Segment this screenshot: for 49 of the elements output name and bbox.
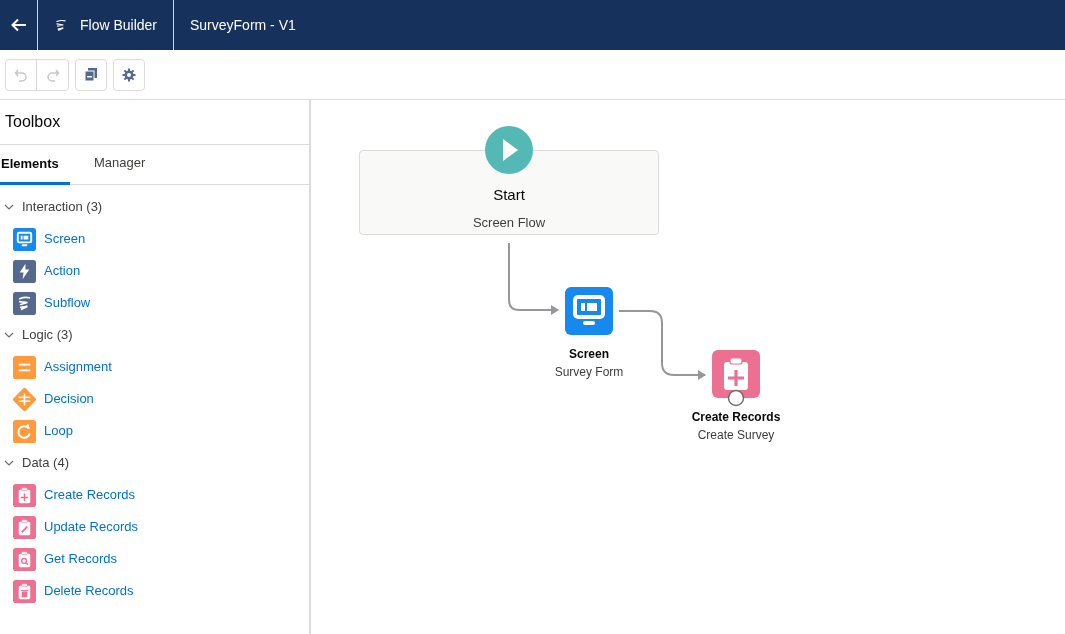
clipboard-plus-icon <box>712 350 760 398</box>
copy-icon <box>84 67 98 82</box>
equals-icon <box>13 355 36 379</box>
clipboard-search-icon <box>13 547 36 571</box>
element-link[interactable]: Get Records <box>44 549 117 569</box>
start-title: Start <box>493 185 525 205</box>
copy-button[interactable] <box>75 58 107 91</box>
monitor-icon <box>565 287 613 335</box>
node-label: Survey Form <box>554 364 624 381</box>
chevron-icon <box>4 202 14 212</box>
monitor-icon <box>13 227 36 251</box>
element-link[interactable]: Assignment <box>44 357 112 377</box>
node-type-label: Create Records <box>691 409 781 426</box>
settings-button[interactable] <box>113 58 145 91</box>
clipboard-trash-icon <box>13 579 36 603</box>
redo-icon <box>45 67 60 82</box>
flow-icon <box>13 291 36 315</box>
start-node[interactable]: Start Screen Flow <box>359 150 659 235</box>
settings-icon <box>122 67 136 82</box>
toolbox-tab[interactable]: Manager <box>82 145 158 184</box>
element-link[interactable]: Create Records <box>44 485 136 505</box>
clipboard-pencil-icon <box>13 515 36 539</box>
loop-icon <box>13 419 36 443</box>
section-header[interactable]: Data (4) <box>0 447 309 479</box>
toolbox-tab[interactable]: Elements <box>0 145 70 185</box>
clipboard-plus-icon <box>13 483 36 507</box>
chevron-icon <box>4 330 14 340</box>
app-name: Flow Builder <box>79 15 157 35</box>
element-link[interactable]: Action <box>44 261 81 281</box>
element-link[interactable]: Subflow <box>44 293 91 313</box>
undo-icon <box>14 67 28 82</box>
start-subtitle: Screen Flow <box>472 213 546 232</box>
play-icon <box>485 126 533 174</box>
toolbox-title: Toolbox <box>5 112 61 132</box>
element-link[interactable]: Update Records <box>44 517 138 537</box>
lightning-icon <box>13 259 36 283</box>
connector-circle-icon <box>727 389 745 407</box>
element-link[interactable]: Decision <box>44 389 94 409</box>
element-link[interactable]: Loop <box>44 421 73 441</box>
chevron-icon <box>4 458 14 468</box>
back-arrow-icon <box>10 18 27 32</box>
element-link[interactable]: Delete Records <box>44 581 134 601</box>
section-header[interactable]: Logic (3) <box>0 319 309 351</box>
node-type-label: Screen <box>569 346 609 363</box>
flow-title: SurveyForm - V1 <box>190 15 296 35</box>
section-header[interactable]: Interaction (3) <box>0 191 309 223</box>
element-link[interactable]: Screen <box>44 229 86 249</box>
node-label: Create Survey <box>697 427 775 444</box>
flow-icon <box>54 17 68 33</box>
